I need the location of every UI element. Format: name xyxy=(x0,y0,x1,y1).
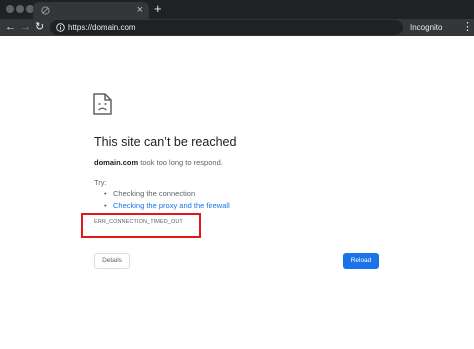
error-message: took too long to respond. xyxy=(138,158,223,167)
reload-icon-button[interactable]: ↻ xyxy=(35,20,44,34)
minimize-window-button[interactable] xyxy=(16,5,24,13)
suggestion-text: Checking the connection xyxy=(113,189,196,198)
suggestion-link[interactable]: Checking the proxy and the firewall xyxy=(113,201,230,210)
reload-button[interactable]: Reload xyxy=(343,253,379,269)
page-title: This site can’t be reached xyxy=(94,135,237,149)
info-icon[interactable] xyxy=(56,23,65,32)
browser-toolbar: ← → ↻ https://domain.com Incognito ⋮ xyxy=(0,19,474,36)
suggestion-item: • Checking the connection xyxy=(104,189,195,198)
incognito-label[interactable]: Incognito xyxy=(410,22,442,33)
back-button[interactable]: ← xyxy=(5,20,16,34)
try-label: Try: xyxy=(94,178,107,187)
new-tab-button[interactable]: + xyxy=(154,2,162,16)
globe-icon xyxy=(41,6,50,15)
sad-document-icon xyxy=(93,93,112,115)
more-menu-icon[interactable]: ⋮ xyxy=(462,20,473,34)
browser-tab[interactable]: × xyxy=(33,2,149,19)
browser-titlebar: × + xyxy=(0,0,474,19)
error-code-highlight-box xyxy=(81,213,201,238)
error-description: domain.com took too long to respond. xyxy=(94,158,223,167)
bullet-icon: • xyxy=(104,201,107,210)
domain-name: domain.com xyxy=(94,158,139,167)
address-bar[interactable]: https://domain.com xyxy=(50,20,403,35)
details-button[interactable]: Details xyxy=(94,253,130,269)
forward-button[interactable]: → xyxy=(20,20,31,34)
close-tab-icon[interactable]: × xyxy=(137,3,143,17)
bullet-icon: • xyxy=(104,189,107,198)
url-text[interactable]: https://domain.com xyxy=(68,21,136,34)
close-window-button[interactable] xyxy=(6,5,14,13)
suggestion-link-item[interactable]: • Checking the proxy and the firewall xyxy=(104,201,230,210)
